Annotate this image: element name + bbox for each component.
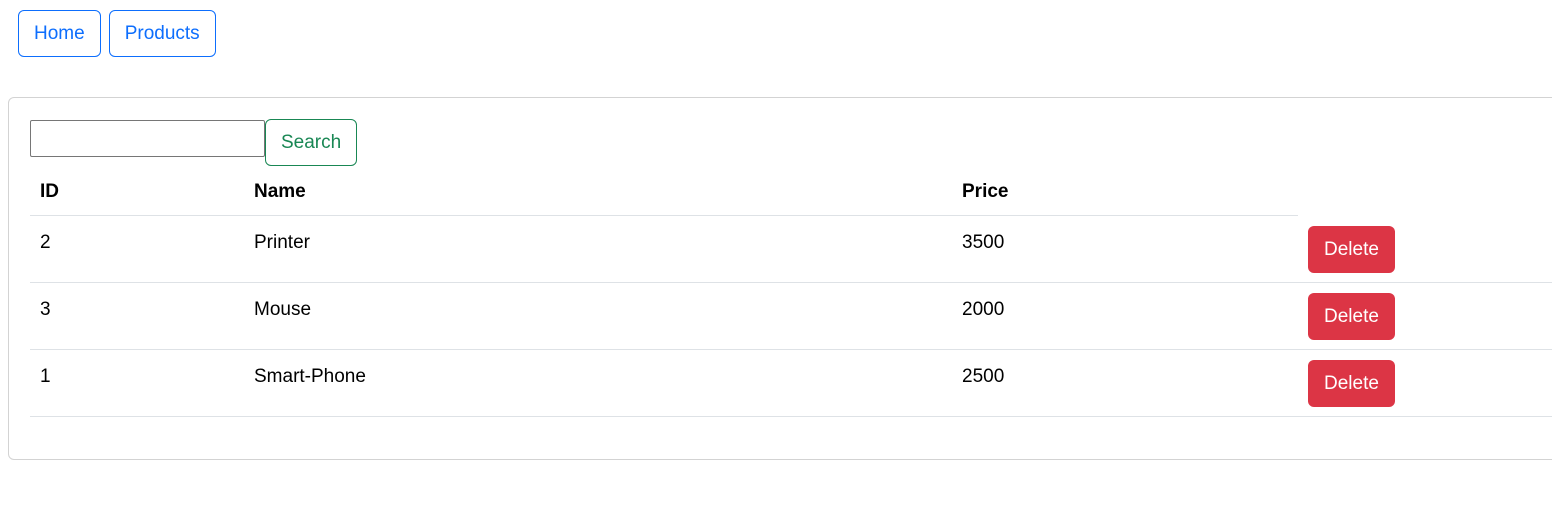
table-row: 3 Mouse 2000 Delete bbox=[30, 282, 1552, 350]
products-button[interactable]: Products bbox=[108, 10, 216, 57]
header-row: ID Name Price bbox=[30, 169, 1552, 216]
header-price: Price bbox=[952, 169, 1298, 216]
table-row: 1 Smart-Phone 2500 Delete bbox=[30, 349, 1552, 417]
top-nav: Home Products bbox=[18, 10, 216, 57]
products-card: Search ID Name Price 2 Printer 3500 Dele… bbox=[8, 97, 1552, 460]
cell-actions: Delete bbox=[1298, 349, 1552, 417]
table-row: 2 Printer 3500 Delete bbox=[30, 215, 1552, 283]
cell-name: Printer bbox=[244, 215, 952, 283]
home-button[interactable]: Home bbox=[18, 10, 101, 57]
header-actions bbox=[1298, 169, 1552, 216]
search-bar: Search bbox=[30, 119, 358, 166]
cell-id: 2 bbox=[30, 215, 244, 283]
cell-id: 3 bbox=[30, 282, 244, 350]
cell-name: Smart-Phone bbox=[244, 349, 952, 417]
cell-actions: Delete bbox=[1298, 282, 1552, 350]
delete-button[interactable]: Delete bbox=[1308, 360, 1395, 407]
cell-actions: Delete bbox=[1298, 215, 1552, 283]
delete-button[interactable]: Delete bbox=[1308, 293, 1395, 340]
cell-name: Mouse bbox=[244, 282, 952, 350]
header-name: Name bbox=[244, 169, 952, 216]
header-id: ID bbox=[30, 169, 244, 216]
cell-price: 3500 bbox=[952, 215, 1298, 283]
cell-price: 2000 bbox=[952, 282, 1298, 350]
search-input[interactable] bbox=[30, 120, 265, 157]
table-body: 2 Printer 3500 Delete 3 Mouse 2000 Delet… bbox=[30, 215, 1552, 417]
products-table: ID Name Price 2 Printer 3500 Delete 3 Mo… bbox=[30, 169, 1552, 417]
search-button[interactable]: Search bbox=[265, 119, 358, 166]
cell-id: 1 bbox=[30, 349, 244, 417]
delete-button[interactable]: Delete bbox=[1308, 225, 1395, 273]
cell-price: 2500 bbox=[952, 349, 1298, 417]
table-header: ID Name Price bbox=[30, 169, 1552, 216]
